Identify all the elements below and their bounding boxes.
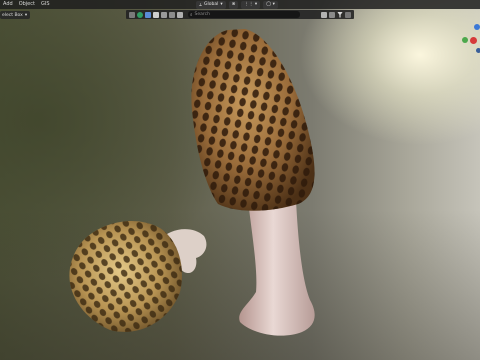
small-morel-pits	[69, 221, 182, 332]
gizmo-y-axis[interactable]	[462, 37, 468, 43]
select-mode-label: elect Box	[2, 12, 23, 18]
menu-object[interactable]: Object	[19, 0, 35, 9]
camera-icon[interactable]	[169, 11, 175, 18]
select-mode-dropdown[interactable]: elect Box ▾	[0, 11, 31, 19]
proportional-edit-icon: ◯ ▾	[266, 2, 275, 7]
checkbox-icon[interactable]	[321, 11, 327, 18]
filter-icon[interactable]	[337, 11, 343, 18]
large-morel-pits	[191, 29, 315, 211]
view-icon[interactable]	[129, 11, 135, 18]
morel-scene	[69, 29, 315, 336]
proportional-edit-button[interactable]: ◯ ▾	[263, 0, 278, 9]
chevron-down-icon: ▾	[220, 2, 223, 7]
orientation-label: Global	[204, 2, 219, 7]
transform-controls: ⟂ Global ▾ ⊗ ⋮⋮ ▾ ◯ ▾	[196, 0, 292, 9]
gizmo-neg-z-axis[interactable]	[476, 48, 480, 53]
chevron-down-icon: ▾	[24, 12, 28, 18]
3d-viewport[interactable]: Add Object GIS elect Box ▾ ⟂ Global ▾ ⊗ …	[0, 0, 480, 360]
collection-icon[interactable]	[137, 11, 143, 18]
orientation-icon: ⟂	[199, 2, 203, 8]
light-icon[interactable]	[177, 11, 183, 18]
large-morel-stem	[239, 200, 315, 336]
navigation-gizmo[interactable]	[460, 22, 480, 62]
menu-add[interactable]: Add	[3, 0, 13, 9]
snap-icon: ⋮⋮ ▾	[244, 2, 258, 7]
gizmo-x-axis[interactable]	[470, 37, 477, 44]
object-icon[interactable]	[153, 11, 159, 18]
gizmo-z-axis[interactable]	[474, 24, 480, 30]
snap-button[interactable]: ⋮⋮ ▾	[241, 0, 261, 9]
menu-gis[interactable]: GIS	[41, 0, 50, 9]
chevron-down-icon[interactable]	[345, 11, 351, 18]
pivot-point-button[interactable]: ⊗	[228, 0, 239, 9]
search-placeholder: Search	[194, 12, 210, 17]
outliner-toolbar: ⌕ Search	[126, 10, 354, 19]
funnel-icon[interactable]	[329, 11, 335, 18]
select-icon[interactable]	[145, 11, 151, 18]
mesh-icon[interactable]	[161, 11, 167, 18]
search-icon: ⌕	[190, 12, 193, 18]
search-field[interactable]: ⌕ Search	[188, 11, 300, 18]
pivot-icon: ⊗	[231, 2, 236, 7]
transform-orientation-dropdown[interactable]: ⟂ Global ▾	[196, 0, 226, 9]
